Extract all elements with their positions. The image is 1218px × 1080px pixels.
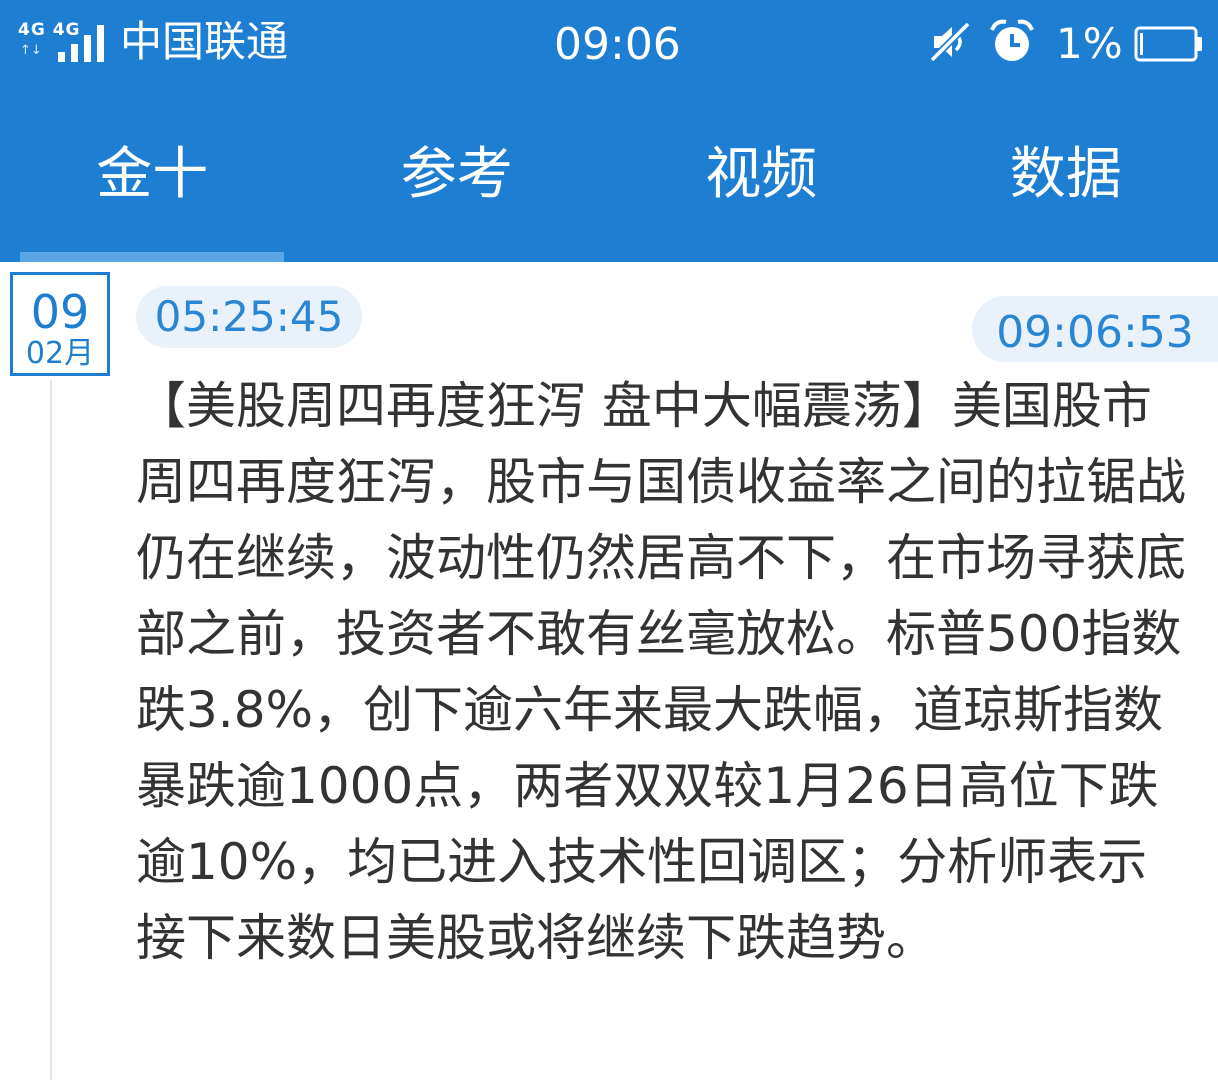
news-content[interactable]: 【美股周四再度狂泻 盘中大幅震荡】美国股市周四再度狂泻，股市与国债收益率之间的拉… xyxy=(136,368,1186,976)
tab-jinshi[interactable]: 金十 xyxy=(0,120,305,262)
active-tab-indicator xyxy=(20,252,284,262)
date-day: 09 xyxy=(30,285,90,339)
date-month: 02月 xyxy=(25,336,95,371)
tab-data[interactable]: 数据 xyxy=(914,120,1218,262)
news-time-badge: 05:25:45 xyxy=(136,286,362,348)
status-bar: 4G 4G ↑↓ 中国联通 09:06 1% xyxy=(0,0,1218,90)
tab-reference[interactable]: 参考 xyxy=(305,120,610,262)
mute-icon xyxy=(929,21,971,63)
status-clock: 09:06 xyxy=(554,19,681,70)
network-arrows: ↑↓ xyxy=(20,43,42,58)
signal-icon xyxy=(58,24,110,62)
app-header: 4G 4G ↑↓ 中国联通 09:06 1% 金十 参考 视频 数据 xyxy=(0,0,1218,262)
date-badge: 09 02月 xyxy=(10,272,110,376)
tab-video[interactable]: 视频 xyxy=(609,120,914,262)
tab-bar: 金十 参考 视频 数据 xyxy=(0,120,1218,262)
alarm-icon xyxy=(990,19,1034,61)
current-time-badge[interactable]: 09:06:53 xyxy=(972,296,1218,362)
carrier-name: 中国联通 xyxy=(120,17,289,66)
battery-percent: 1% xyxy=(1056,19,1123,68)
battery-icon xyxy=(1134,26,1202,62)
timeline-line xyxy=(50,380,52,1080)
